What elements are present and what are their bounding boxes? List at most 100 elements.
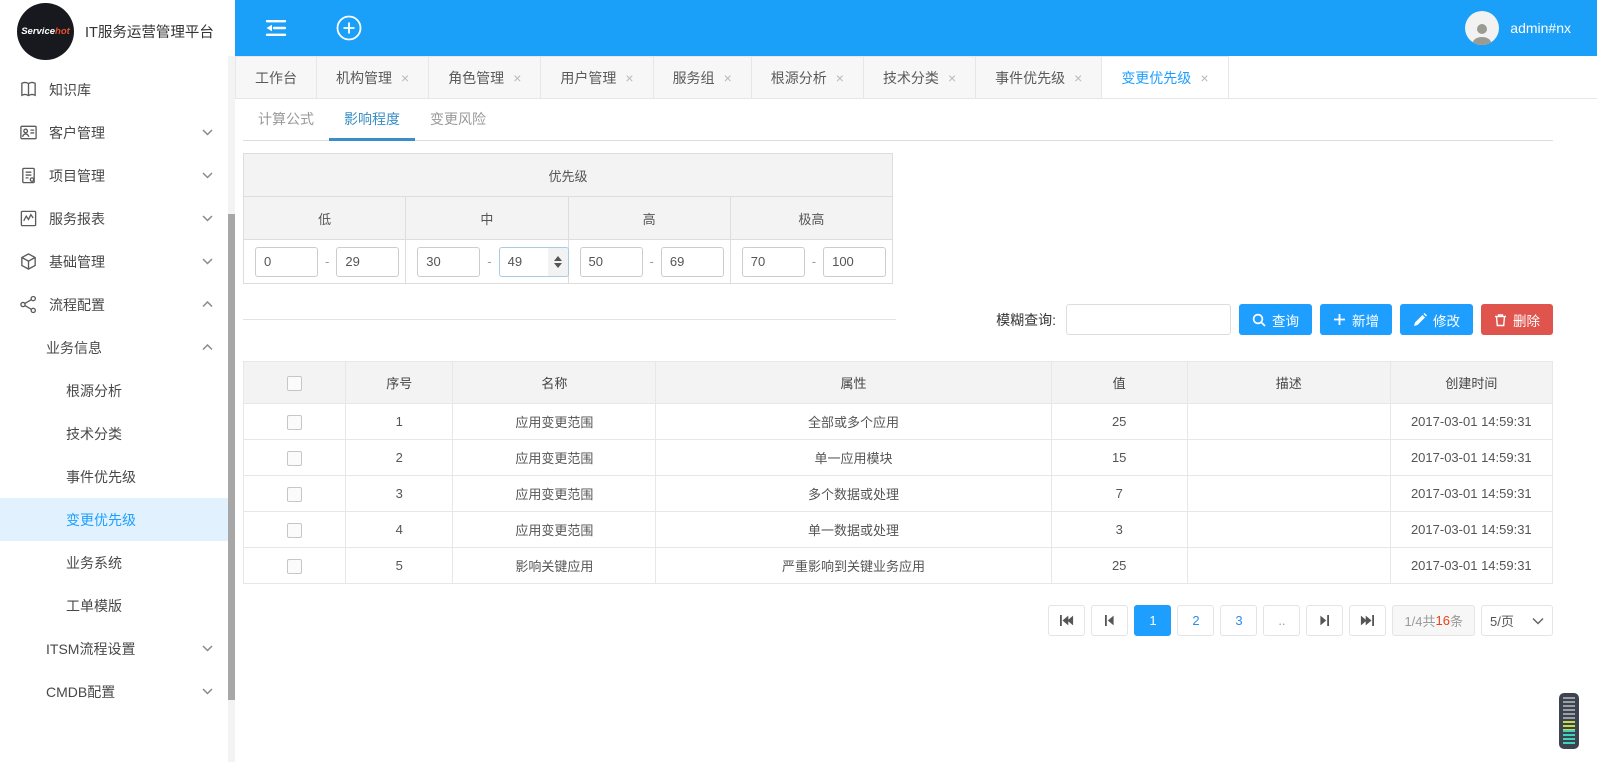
cell-attribute: 全部或多个应用 [655,403,1052,440]
row-checkbox[interactable] [287,486,303,502]
close-icon[interactable]: × [625,70,633,86]
high-max-input[interactable] [660,246,724,277]
close-icon[interactable]: × [401,70,409,86]
row-checkbox[interactable] [287,522,303,538]
per-page-select[interactable]: 5/页 [1481,605,1553,636]
sidebar-item-tech-category[interactable]: 技术分类 [0,412,235,455]
fuzzy-search-input[interactable] [1066,304,1231,335]
tab-label: 角色管理 [448,69,505,86]
low-max-input[interactable] [336,246,400,277]
first-page-button[interactable] [1048,605,1086,636]
page-button-1[interactable]: 1 [1134,605,1172,636]
close-icon[interactable]: × [836,70,844,86]
button-label: 查询 [1272,313,1299,329]
edit-button[interactable]: 修改 [1400,304,1473,335]
page-button-2[interactable]: 2 [1177,605,1215,636]
page-ellipsis[interactable]: .. [1263,605,1301,636]
tab-change-priority[interactable]: 变更优先级 × [1102,56,1229,98]
add-button[interactable]: 新增 [1320,304,1392,335]
user-menu[interactable]: admin#nx [1465,11,1571,45]
sidebar-item-project[interactable]: 项目管理 [0,154,235,197]
close-icon[interactable]: × [948,70,956,86]
subtab-change-risk[interactable]: 变更风险 [415,99,501,141]
table-row[interactable]: 1 应用变更范围 全部或多个应用 25 2017-03-01 14:59:31 [242,403,1554,440]
spin-down-icon[interactable] [553,262,562,268]
close-icon[interactable]: × [1074,70,1082,86]
medium-min-input[interactable] [417,246,481,277]
tab-root-analysis[interactable]: 根源分析 × [751,56,864,98]
close-icon[interactable]: × [1200,70,1208,86]
scrollbar-thumb[interactable] [228,214,235,700]
sidebar-item-change-priority[interactable]: 变更优先级 [0,498,235,541]
next-page-button[interactable] [1306,605,1344,636]
sidebar-item-label: 工单模版 [66,597,122,614]
sidebar-item-report[interactable]: 服务报表 [0,197,235,240]
number-spinner[interactable] [547,247,568,276]
close-icon[interactable]: × [724,70,732,86]
critical-max-input[interactable] [823,246,887,277]
page-info: 1/4共 16 条 [1392,605,1475,636]
prev-page-button[interactable] [1091,605,1129,636]
chevron-down-icon [202,258,213,265]
sidebar-item-label: 业务信息 [46,339,102,356]
sidebar-item-root-analysis[interactable]: 根源分析 [0,369,235,412]
priority-range-cell-medium: - [405,239,569,284]
collapse-menu-icon[interactable] [263,18,289,38]
sidebar-item-business-system[interactable]: 业务系统 [0,541,235,584]
priority-level-medium: 中 [405,196,569,240]
row-checkbox[interactable] [287,558,303,574]
tab-label: 事件优先级 [995,69,1066,86]
low-min-input[interactable] [255,246,318,277]
delete-button[interactable]: 删除 [1481,304,1553,335]
col-header-name: 名称 [452,361,657,404]
tab-workbench[interactable]: 工作台 [235,56,317,98]
cell-name: 应用变更范围 [452,475,657,512]
sidebar-item-label: 流程配置 [49,296,105,313]
close-icon[interactable]: × [513,70,521,86]
book-icon [21,81,36,97]
high-min-input[interactable] [579,246,643,277]
row-checkbox[interactable] [287,414,303,430]
last-page-icon [1361,615,1375,626]
table-header-row: 序号 名称 属性 值 描述 创建时间 [242,361,1554,404]
cell-description [1186,439,1391,476]
last-page-button[interactable] [1349,605,1387,636]
cell-name: 应用变更范围 [452,511,657,548]
tab-tech-category[interactable]: 技术分类 × [863,56,977,98]
select-all-checkbox[interactable] [287,375,303,391]
subtab-formula[interactable]: 计算公式 [243,99,329,141]
sidebar-item-customer[interactable]: 客户管理 [0,111,235,154]
row-checkbox[interactable] [287,450,303,466]
tab-strip: 工作台 机构管理 × 角色管理 × 用户管理 × 服务组 × 根源分析 × 技术分类 × 事… [235,56,1597,99]
app-root: Service hot IT服务运营管理平台 知识库 客户管理 项目管理 服务报表 [0,0,1597,762]
tab-service-group[interactable]: 服务组 × [653,56,752,98]
sidebar-item-cmdb-config[interactable]: CMDB配置 [0,670,235,713]
sidebar-item-knowledge[interactable]: 知识库 [0,68,235,111]
critical-min-input[interactable] [741,246,805,277]
sidebar-item-base[interactable]: 基础管理 [0,240,235,283]
query-button[interactable]: 查询 [1239,304,1312,335]
tab-org-management[interactable]: 机构管理 × [317,56,430,98]
sidebar-item-itsm-process[interactable]: ITSM流程设置 [0,627,235,670]
cell-name: 应用变更范围 [452,439,657,476]
table-row[interactable]: 5 影响关键应用 严重影响到关键业务应用 25 2017-03-01 14:59… [242,547,1554,584]
subtab-impact[interactable]: 影响程度 [329,99,415,141]
tab-label: 服务组 [672,69,715,86]
sidebar-item-ticket-template[interactable]: 工单模版 [0,584,235,627]
table-row[interactable]: 2 应用变更范围 单一应用模块 15 2017-03-01 14:59:31 [242,439,1554,476]
fuzzy-search-label: 模糊查询: [996,311,1056,328]
sidebar-scrollbar[interactable] [228,56,235,762]
cell-description [1186,511,1391,548]
tab-user-management[interactable]: 用户管理 × [541,56,654,98]
sidebar-item-business-info[interactable]: 业务信息 [0,326,235,369]
sidebar-item-incident-priority[interactable]: 事件优先级 [0,455,235,498]
plus-circle-icon[interactable] [335,14,363,42]
tab-role-management[interactable]: 角色管理 × [429,56,542,98]
table-row[interactable]: 4 应用变更范围 单一数据或处理 3 2017-03-01 14:59:31 [242,511,1554,548]
spin-up-icon[interactable] [553,255,562,261]
page-button-3[interactable]: 3 [1220,605,1258,636]
table-row[interactable]: 3 应用变更范围 多个数据或处理 7 2017-03-01 14:59:31 [242,475,1554,512]
tab-incident-priority[interactable]: 事件优先级 × [976,56,1103,98]
sidebar-item-process-config[interactable]: 流程配置 [0,283,235,326]
col-header-created: 创建时间 [1389,361,1554,404]
